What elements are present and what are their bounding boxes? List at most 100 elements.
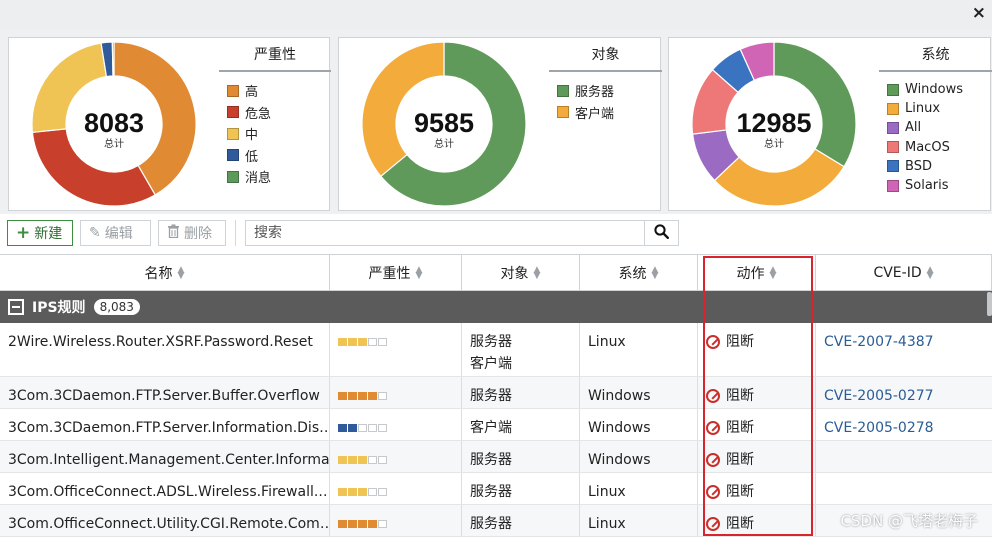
legend-swatch	[887, 83, 899, 96]
legend-swatch	[887, 141, 899, 154]
target-value: 服务器	[470, 516, 512, 532]
severity-legend-item[interactable]: 高	[227, 80, 331, 102]
severity-bar	[378, 392, 387, 400]
action-cell: 阻断	[698, 505, 816, 536]
column-header-severity[interactable]: 严重性 ▲ ▼	[330, 255, 462, 290]
edit-button[interactable]: ✎ 编辑	[80, 220, 151, 246]
toolbar: + 新建 ✎ 编辑 删除	[0, 214, 992, 254]
collapse-icon[interactable]	[8, 299, 24, 315]
os-cell: Windows	[580, 441, 698, 472]
severity-level-indicator	[338, 481, 453, 496]
severity-cell	[330, 473, 462, 504]
severity-level-indicator	[338, 449, 453, 464]
legend-label: All	[905, 120, 922, 136]
os-cell: Linux	[580, 323, 698, 376]
severity-legend-title: 严重性	[219, 42, 331, 72]
legend-swatch	[227, 84, 239, 97]
severity-bar	[378, 520, 387, 528]
close-icon[interactable]: ×	[972, 3, 986, 23]
os-legend-item[interactable]: Linux	[887, 99, 992, 118]
target-legend: 对象 服务器 客户端	[549, 42, 662, 123]
os-legend: 系统 Windows Linux All MacOS BSD Solaris	[879, 42, 992, 195]
group-row-ips-rules[interactable]: IPS规则 8,083	[0, 291, 992, 323]
table-row[interactable]: 3Com.3CDaemon.FTP.Server.Buffer.Overflow…	[0, 377, 992, 409]
legend-label: Solaris	[905, 178, 949, 194]
edit-button-label: 编辑	[104, 226, 133, 242]
column-header-name[interactable]: 名称 ▲ ▼	[0, 255, 330, 290]
action-label: 阻断	[726, 388, 754, 404]
rule-name-cell: 3Com.OfficeConnect.Utility.CGI.Remote.Co…	[0, 505, 330, 536]
search-button[interactable]	[644, 220, 679, 246]
cve-link[interactable]: CVE-2005-0278	[824, 420, 934, 436]
severity-bar	[378, 456, 387, 464]
target-cell: 服务器	[462, 441, 580, 472]
rule-name-cell: 2Wire.Wireless.Router.XSRF.Password.Rese…	[0, 323, 330, 376]
severity-bar	[368, 424, 377, 432]
legend-label: MacOS	[905, 139, 950, 155]
os-slice-0[interactable]	[773, 41, 857, 168]
action-cell: 阻断	[698, 323, 816, 376]
delete-button[interactable]: 删除	[158, 220, 226, 246]
os-legend-item[interactable]: BSD	[887, 157, 992, 176]
severity-slice-4[interactable]	[111, 41, 115, 77]
legend-label: 中	[245, 128, 259, 144]
severity-bar	[358, 424, 367, 432]
block-icon	[706, 421, 720, 435]
severity-cell	[330, 377, 462, 408]
target-donut-chart: 9585总计	[361, 41, 527, 207]
target-cell: 服务器	[462, 505, 580, 536]
os-legend-item[interactable]: MacOS	[887, 138, 992, 157]
legend-swatch	[557, 106, 569, 119]
severity-total-value: 8083	[84, 108, 144, 138]
rule-name-cell: 3Com.Intelligent.Management.Center.Infor…	[0, 441, 330, 472]
severity-bar	[348, 338, 357, 346]
table-row[interactable]: 3Com.Intelligent.Management.Center.Infor…	[0, 441, 992, 473]
severity-legend-item[interactable]: 中	[227, 123, 331, 145]
column-header-os[interactable]: 系统 ▲ ▼	[580, 255, 698, 290]
column-header-cve-id[interactable]: CVE-ID ▲ ▼	[816, 255, 992, 290]
severity-legend-item[interactable]: 低	[227, 145, 331, 167]
target-value: 服务器	[470, 334, 512, 350]
os-legend-item[interactable]: Solaris	[887, 176, 992, 195]
severity-bar	[348, 488, 357, 496]
search-input[interactable]	[245, 220, 645, 246]
column-header-target[interactable]: 对象 ▲ ▼	[462, 255, 580, 290]
legend-swatch	[887, 179, 899, 192]
severity-legend-item[interactable]: 危急	[227, 102, 331, 124]
table-row[interactable]: 3Com.3CDaemon.FTP.Server.Information.Dis…	[0, 409, 992, 441]
os-cell: Windows	[580, 409, 698, 440]
severity-bar	[378, 424, 387, 432]
sort-icon: ▲ ▼	[651, 264, 659, 281]
os-legend-item[interactable]: All	[887, 118, 992, 137]
os-chart-panel: 12985 总计 系统 Windows Linux All MacOS BSD Solari…	[668, 37, 992, 211]
scrollbar[interactable]	[987, 292, 992, 316]
severity-slice-1[interactable]	[31, 128, 157, 207]
target-legend-item[interactable]: 客户端	[557, 102, 662, 124]
column-header-action[interactable]: 动作 ▲ ▼	[698, 255, 816, 290]
os-cell: Linux	[580, 505, 698, 536]
severity-legend-item[interactable]: 消息	[227, 166, 331, 188]
target-cell: 服务器	[462, 473, 580, 504]
new-button[interactable]: + 新建	[7, 220, 73, 246]
sort-icon: ▲ ▼	[533, 264, 541, 281]
cve-link[interactable]: CVE-2005-0277	[824, 388, 934, 404]
legend-label: 服务器	[575, 85, 615, 101]
group-count-badge: 8,083	[93, 299, 140, 315]
severity-bar	[368, 488, 377, 496]
severity-bar	[348, 424, 357, 432]
severity-level-indicator	[338, 385, 453, 400]
target-cell: 服务器 客户端	[462, 323, 580, 376]
target-legend-item[interactable]: 服务器	[557, 80, 662, 102]
target-chart-panel: 9585 总计 对象 服务器 客户端	[338, 37, 662, 211]
severity-cell	[330, 441, 462, 472]
os-total-value: 12985	[736, 108, 811, 138]
table-row[interactable]: 2Wire.Wireless.Router.XSRF.Password.Rese…	[0, 323, 992, 377]
group-label: IPS规则	[32, 300, 86, 316]
cve-link[interactable]: CVE-2007-4387	[824, 334, 934, 350]
os-legend-item[interactable]: Windows	[887, 80, 992, 99]
table-row[interactable]: 3Com.OfficeConnect.ADSL.Wireless.Firewal…	[0, 473, 992, 505]
target-total-label: 总计	[434, 137, 454, 150]
severity-bar	[358, 456, 367, 464]
severity-level-indicator	[338, 513, 453, 528]
severity-bar	[338, 488, 347, 496]
